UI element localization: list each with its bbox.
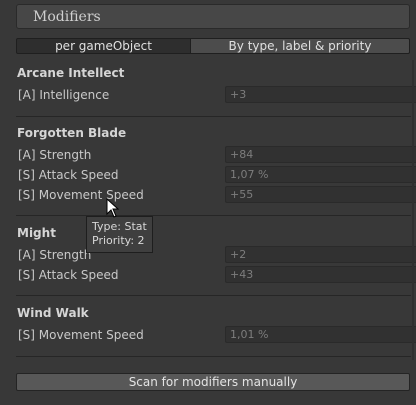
modifier-value-field[interactable]: +84 <box>225 146 416 163</box>
group-title-wind-walk: Wind Walk <box>17 306 89 320</box>
tab-per-gameobject[interactable]: per gameObject <box>16 38 191 54</box>
modifier-label: [A] Intelligence <box>18 88 110 102</box>
view-mode-tabs: per gameObject By type, label & priority <box>16 38 410 54</box>
group-separator <box>16 356 411 357</box>
tab-by-type-label-priority[interactable]: By type, label & priority <box>191 38 410 54</box>
modifiers-header[interactable]: Modifiers <box>16 4 410 29</box>
modifier-label: [S] Attack Speed <box>18 168 119 182</box>
group-separator <box>16 116 411 117</box>
modifiers-title: Modifiers <box>33 9 101 25</box>
modifier-value-field[interactable]: +43 <box>225 266 416 283</box>
modifier-label: [S] Movement Speed <box>18 328 144 342</box>
modifier-tooltip: Type: Stat Priority: 2 <box>86 216 153 253</box>
scrollbar-edge[interactable] <box>412 60 414 360</box>
modifier-value-field[interactable]: +3 <box>225 86 416 103</box>
scan-modifiers-button[interactable]: Scan for modifiers manually <box>16 373 410 391</box>
group-title-forgotten-blade: Forgotten Blade <box>17 126 127 140</box>
modifier-value-field[interactable]: 1,01 % <box>225 326 416 343</box>
mouse-cursor-icon <box>106 198 120 218</box>
modifiers-panel: Modifiers per gameObject By type, label … <box>0 0 416 405</box>
modifier-label: [A] Strength <box>18 248 92 262</box>
group-separator <box>16 215 411 216</box>
group-title-might: Might <box>17 226 56 240</box>
modifier-label: [S] Attack Speed <box>18 268 119 282</box>
modifier-label: [A] Strength <box>18 148 92 162</box>
tooltip-type: Type: Stat <box>92 220 147 233</box>
modifier-value-field[interactable]: +2 <box>225 246 416 263</box>
group-title-arcane-intellect: Arcane Intellect <box>17 66 125 80</box>
modifier-label: [S] Movement Speed <box>18 188 144 202</box>
modifier-value-field[interactable]: +55 <box>225 186 416 203</box>
group-separator <box>16 295 411 296</box>
modifier-value-field[interactable]: 1,07 % <box>225 166 416 183</box>
tooltip-priority: Priority: 2 <box>92 234 145 247</box>
